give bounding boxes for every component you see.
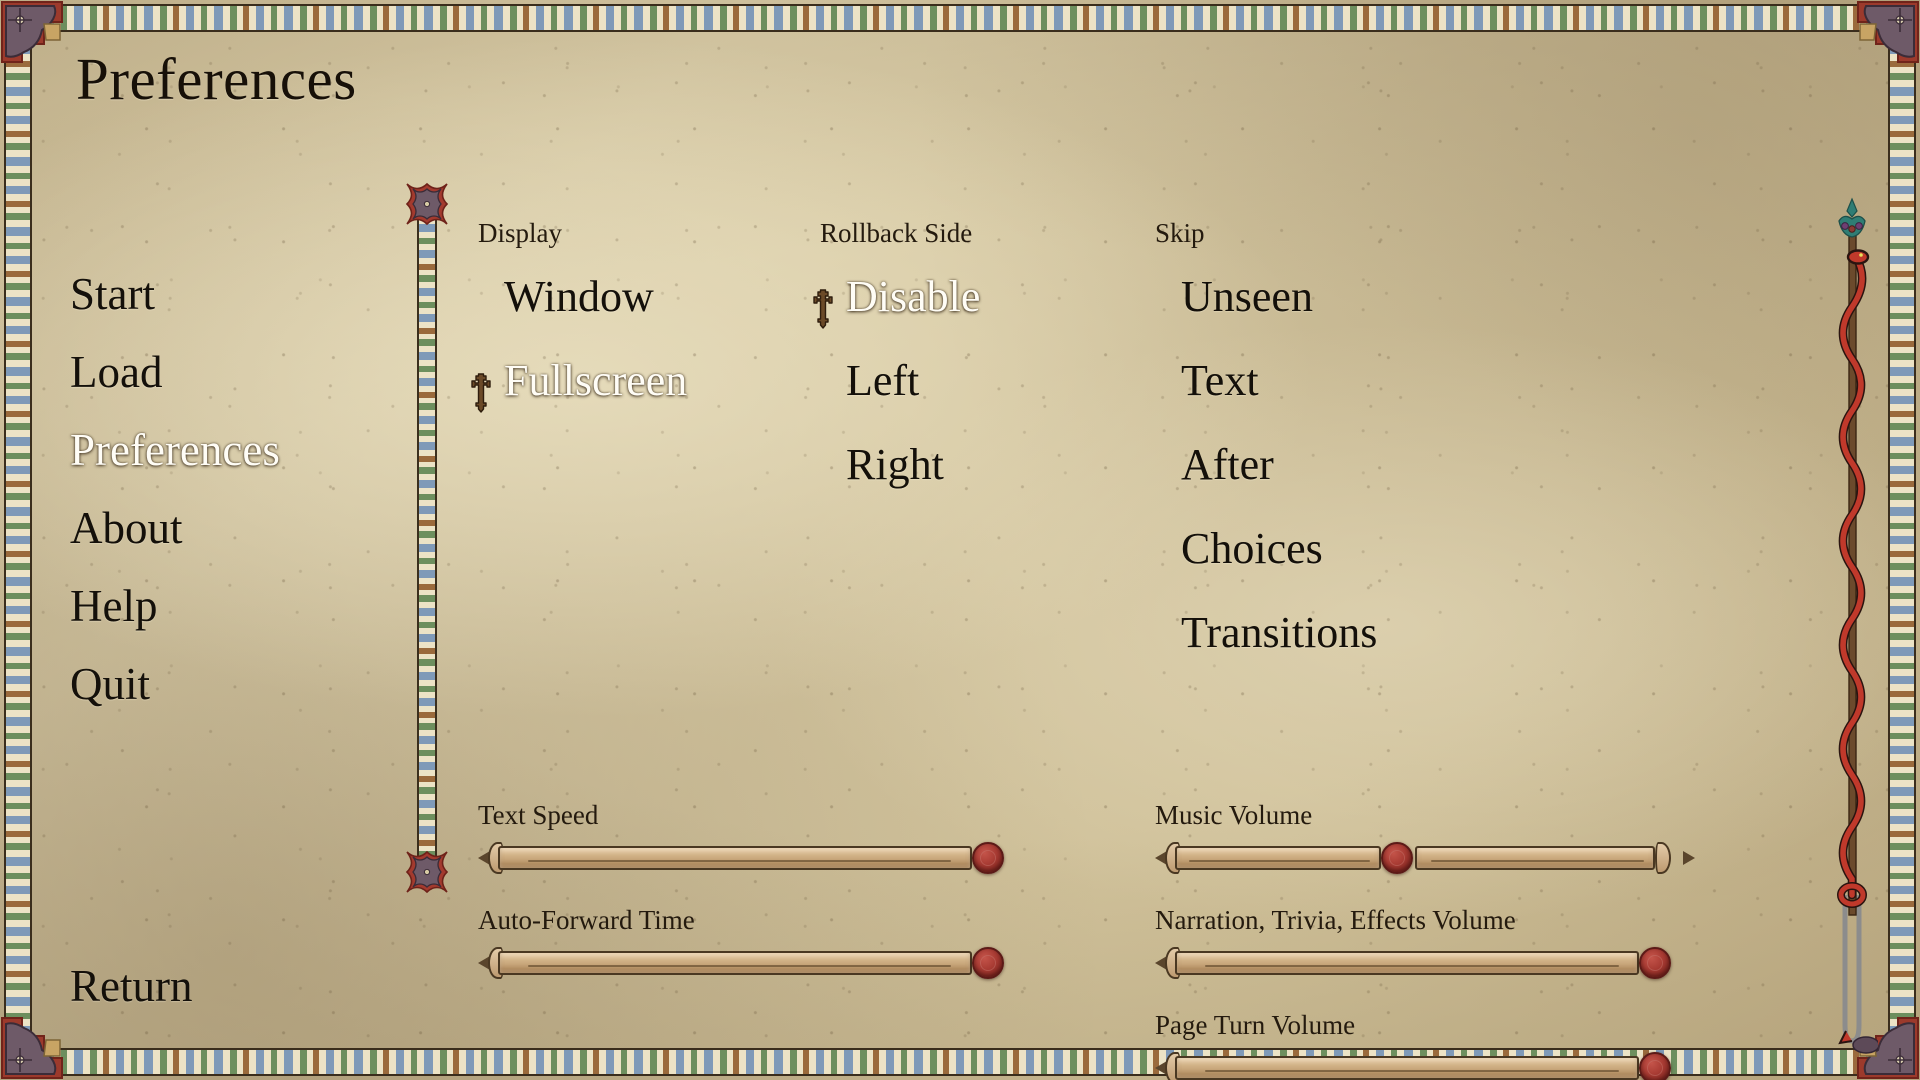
wax-seal-icon[interactable] — [1639, 1052, 1671, 1080]
slider-auto-forward-time: Auto-Forward Time — [478, 905, 1018, 982]
option-label: Transitions — [1181, 608, 1378, 657]
border-band-left — [4, 4, 32, 1076]
scroll-segment-remaining — [1414, 846, 1655, 870]
option-display-fullscreen[interactable]: Fullscreen — [471, 339, 688, 423]
option-group-skip: Skip Unseen Text After Choices Transitio… — [1155, 218, 1377, 675]
vertical-divider — [405, 182, 449, 894]
option-label: After — [1181, 440, 1274, 489]
option-list-rollback-side: Disable Left Right — [813, 255, 981, 507]
preferences-screen: Preferences Start Load Preferences About… — [0, 0, 1920, 1080]
option-label: Left — [846, 356, 920, 405]
option-group-display: Display Window Fullscreen — [471, 218, 688, 423]
nav-item-preferences[interactable]: Preferences — [70, 411, 370, 489]
corner-ornament-icon — [1842, 0, 1920, 78]
wax-seal-icon[interactable] — [972, 947, 1004, 979]
ornate-cross-icon — [468, 359, 494, 413]
slider-track-page-turn-volume[interactable] — [1155, 1049, 1685, 1080]
option-skip-transitions[interactable]: Transitions — [1155, 591, 1377, 675]
serpent-staff-icon[interactable] — [1826, 195, 1880, 1055]
slider-track-music-volume[interactable] — [1155, 839, 1695, 877]
quatrefoil-icon — [405, 182, 449, 226]
option-skip-unseen[interactable]: Unseen — [1155, 255, 1377, 339]
quatrefoil-icon — [405, 850, 449, 894]
nav-item-load[interactable]: Load — [70, 333, 370, 411]
group-label-display: Display — [478, 218, 562, 248]
page-title: Preferences — [76, 46, 357, 112]
slider-music-volume: Music Volume — [1155, 800, 1695, 877]
slider-label: Page Turn Volume — [1155, 1010, 1356, 1040]
group-label-skip: Skip — [1155, 218, 1205, 248]
scroll-cap-right — [1655, 842, 1671, 874]
scroll-segment-filled — [1175, 951, 1639, 975]
slider-text-speed: Text Speed — [478, 800, 1018, 877]
option-label: Window — [504, 272, 654, 321]
slider-narration-trivia-effects-volume: Narration, Trivia, Effects Volume — [1155, 905, 1685, 982]
border-band-top — [4, 4, 1916, 32]
nav-item-about[interactable]: About — [70, 489, 370, 567]
return-button[interactable]: Return — [70, 960, 192, 1012]
option-skip-after[interactable]: After — [1155, 423, 1377, 507]
option-display-window[interactable]: Window — [478, 255, 687, 339]
option-list-display: Window Fullscreen — [471, 255, 688, 423]
option-skip-text[interactable]: Text — [1155, 339, 1377, 423]
option-rollback-right[interactable]: Right — [820, 423, 980, 507]
border-band-right — [1888, 4, 1916, 1076]
option-label: Text — [1181, 356, 1259, 405]
nav-item-quit[interactable]: Quit — [70, 645, 370, 723]
scroll-segment-filled — [1175, 1056, 1639, 1080]
wax-seal-icon[interactable] — [972, 842, 1004, 874]
wax-seal-icon[interactable] — [1639, 947, 1671, 979]
option-list-skip: Unseen Text After Choices Transitions — [1155, 255, 1377, 675]
corner-ornament-icon — [0, 0, 78, 78]
option-label: Right — [846, 440, 944, 489]
option-label: Fullscreen — [504, 356, 688, 405]
slider-label: Auto-Forward Time — [478, 905, 695, 935]
nav-item-help[interactable]: Help — [70, 567, 370, 645]
slider-track-narration-volume[interactable] — [1155, 944, 1685, 982]
option-label: Unseen — [1181, 272, 1313, 321]
ornate-cross-icon — [810, 275, 836, 329]
option-rollback-left[interactable]: Left — [820, 339, 980, 423]
scroll-segment-filled — [498, 846, 972, 870]
scroll-segment-filled — [498, 951, 972, 975]
group-label-rollback-side: Rollback Side — [820, 218, 973, 248]
nav-item-start[interactable]: Start — [70, 255, 370, 333]
slider-label: Narration, Trivia, Effects Volume — [1155, 905, 1516, 935]
scroll-segment-filled — [1175, 846, 1381, 870]
scroll-tip-right — [1683, 851, 1695, 865]
main-navigation: Start Load Preferences About Help Quit — [70, 255, 370, 723]
divider-knotwork-rail — [417, 204, 437, 872]
slider-track-auto-forward-time[interactable] — [478, 944, 1018, 982]
wax-seal-icon[interactable] — [1380, 842, 1413, 874]
corner-ornament-icon — [0, 1002, 78, 1080]
option-skip-choices[interactable]: Choices — [1155, 507, 1377, 591]
slider-track-text-speed[interactable] — [478, 839, 1018, 877]
option-group-rollback-side: Rollback Side Disable Left Right — [813, 218, 981, 507]
option-label: Disable — [846, 272, 981, 321]
option-label: Choices — [1181, 524, 1323, 573]
slider-label: Text Speed — [478, 800, 599, 830]
slider-label: Music Volume — [1155, 800, 1313, 830]
option-rollback-disable[interactable]: Disable — [813, 255, 981, 339]
slider-page-turn-volume: Page Turn Volume — [1155, 1010, 1685, 1080]
